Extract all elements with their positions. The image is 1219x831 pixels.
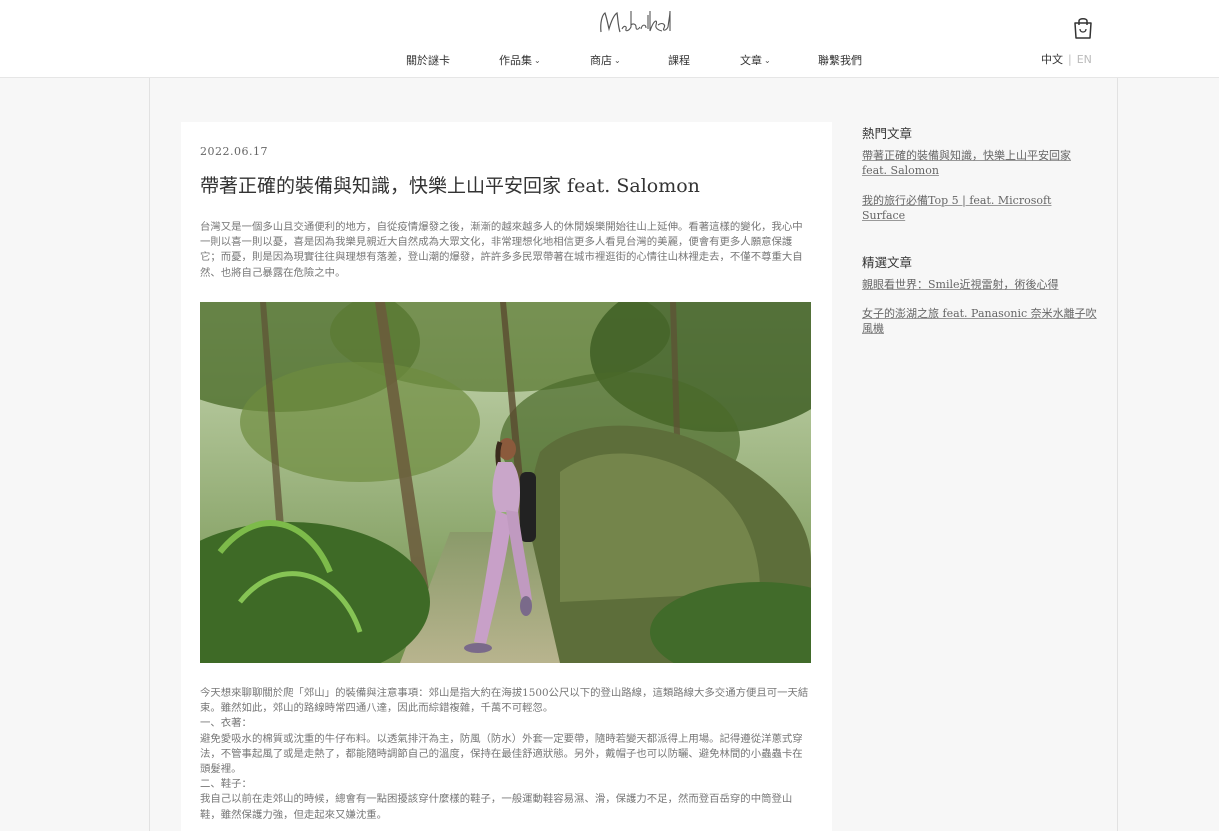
- nav-label: 聯繫我們: [818, 54, 862, 67]
- shopping-bag-icon[interactable]: [1073, 16, 1093, 40]
- article-paragraph: 二、鞋子：: [200, 778, 252, 791]
- nav-label: 文章: [740, 54, 762, 67]
- nav-item-about[interactable]: 關於謎卡: [406, 52, 450, 68]
- sidebar-featured: 精選文章: [862, 252, 1098, 271]
- sidebar-popular: 熱門文章: [862, 123, 1098, 142]
- nav-label: 關於謎卡: [406, 54, 450, 67]
- article-paragraph: 一、衣著：: [200, 717, 252, 730]
- popular-heading: 熱門文章: [862, 126, 913, 141]
- featured-link[interactable]: 女子的澎湖之旅 feat. Panasonic 奈米水離子吹風機: [862, 306, 1098, 336]
- featured-heading: 精選文章: [862, 255, 913, 270]
- nav-item-courses[interactable]: 課程: [668, 52, 690, 68]
- article-intro: 台灣又是一個多山且交通便利的地方，自從疫情爆發之後，漸漸的越來越多人的休閒娛樂開…: [200, 221, 803, 279]
- article-paragraph: 今天想來聊聊關於爬「郊山」的裝備與注意事項：郊山是指大約在海拔1500公尺以下的…: [200, 687, 809, 715]
- article-paragraph: 避免愛吸水的棉質或沈重的牛仔布料。以透氣排汗為主，防風（防水）外套一定要帶，隨時…: [200, 732, 803, 776]
- nav-label: 課程: [668, 54, 690, 67]
- hiker-photo: [200, 302, 811, 663]
- nav-item-contact[interactable]: 聯繫我們: [818, 52, 862, 68]
- chevron-down-icon: ⌄: [764, 56, 771, 65]
- site-header: 關於謎卡 作品集 ⌄ 商店 ⌄ 課程 文章 ⌄ 聯繫我們 中文 | EN: [0, 0, 1219, 78]
- article-paragraph: 我自己以前在走郊山的時候，總會有一點困擾該穿什麼樣的鞋子，一般運動鞋容易濕、滑，…: [200, 793, 793, 821]
- nav-label: 作品集: [499, 54, 532, 67]
- lang-en[interactable]: EN: [1077, 53, 1092, 66]
- popular-list: 帶著正確的裝備與知識，快樂上山平安回家 feat. Salomon 我的旅行必備…: [862, 148, 1098, 223]
- chevron-down-icon: ⌄: [614, 56, 621, 65]
- nav-label: 商店: [590, 54, 612, 67]
- nav-item-shop[interactable]: 商店 ⌄: [590, 52, 621, 68]
- logo-mark: [600, 10, 671, 33]
- popular-link[interactable]: 帶著正確的裝備與知識，快樂上山平安回家 feat. Salomon: [862, 148, 1098, 178]
- nav-item-portfolio[interactable]: 作品集 ⌄: [499, 52, 541, 68]
- main-nav: 關於謎卡 作品集 ⌄ 商店 ⌄ 課程 文章 ⌄ 聯繫我們: [0, 52, 1219, 70]
- site-logo[interactable]: [596, 5, 672, 39]
- language-switcher: 中文 | EN: [1041, 51, 1092, 67]
- chevron-down-icon: ⌄: [534, 56, 541, 65]
- lang-zh[interactable]: 中文: [1041, 53, 1063, 66]
- article-date: 2022.06.17: [200, 145, 268, 158]
- featured-link[interactable]: 親眼看世界：Smile近視雷射，術後心得: [862, 277, 1098, 292]
- popular-link[interactable]: 我的旅行必備Top 5 | feat. Microsoft Surface: [862, 193, 1098, 223]
- lang-separator: |: [1068, 53, 1072, 66]
- article-body: 今天想來聊聊關於爬「郊山」的裝備與注意事項：郊山是指大約在海拔1500公尺以下的…: [200, 686, 811, 823]
- nav-item-articles[interactable]: 文章 ⌄: [740, 52, 771, 68]
- article-title: 帶著正確的裝備與知識，快樂上山平安回家 feat. Salomon: [200, 175, 700, 197]
- featured-list: 親眼看世界：Smile近視雷射，術後心得 女子的澎湖之旅 feat. Panas…: [862, 277, 1098, 336]
